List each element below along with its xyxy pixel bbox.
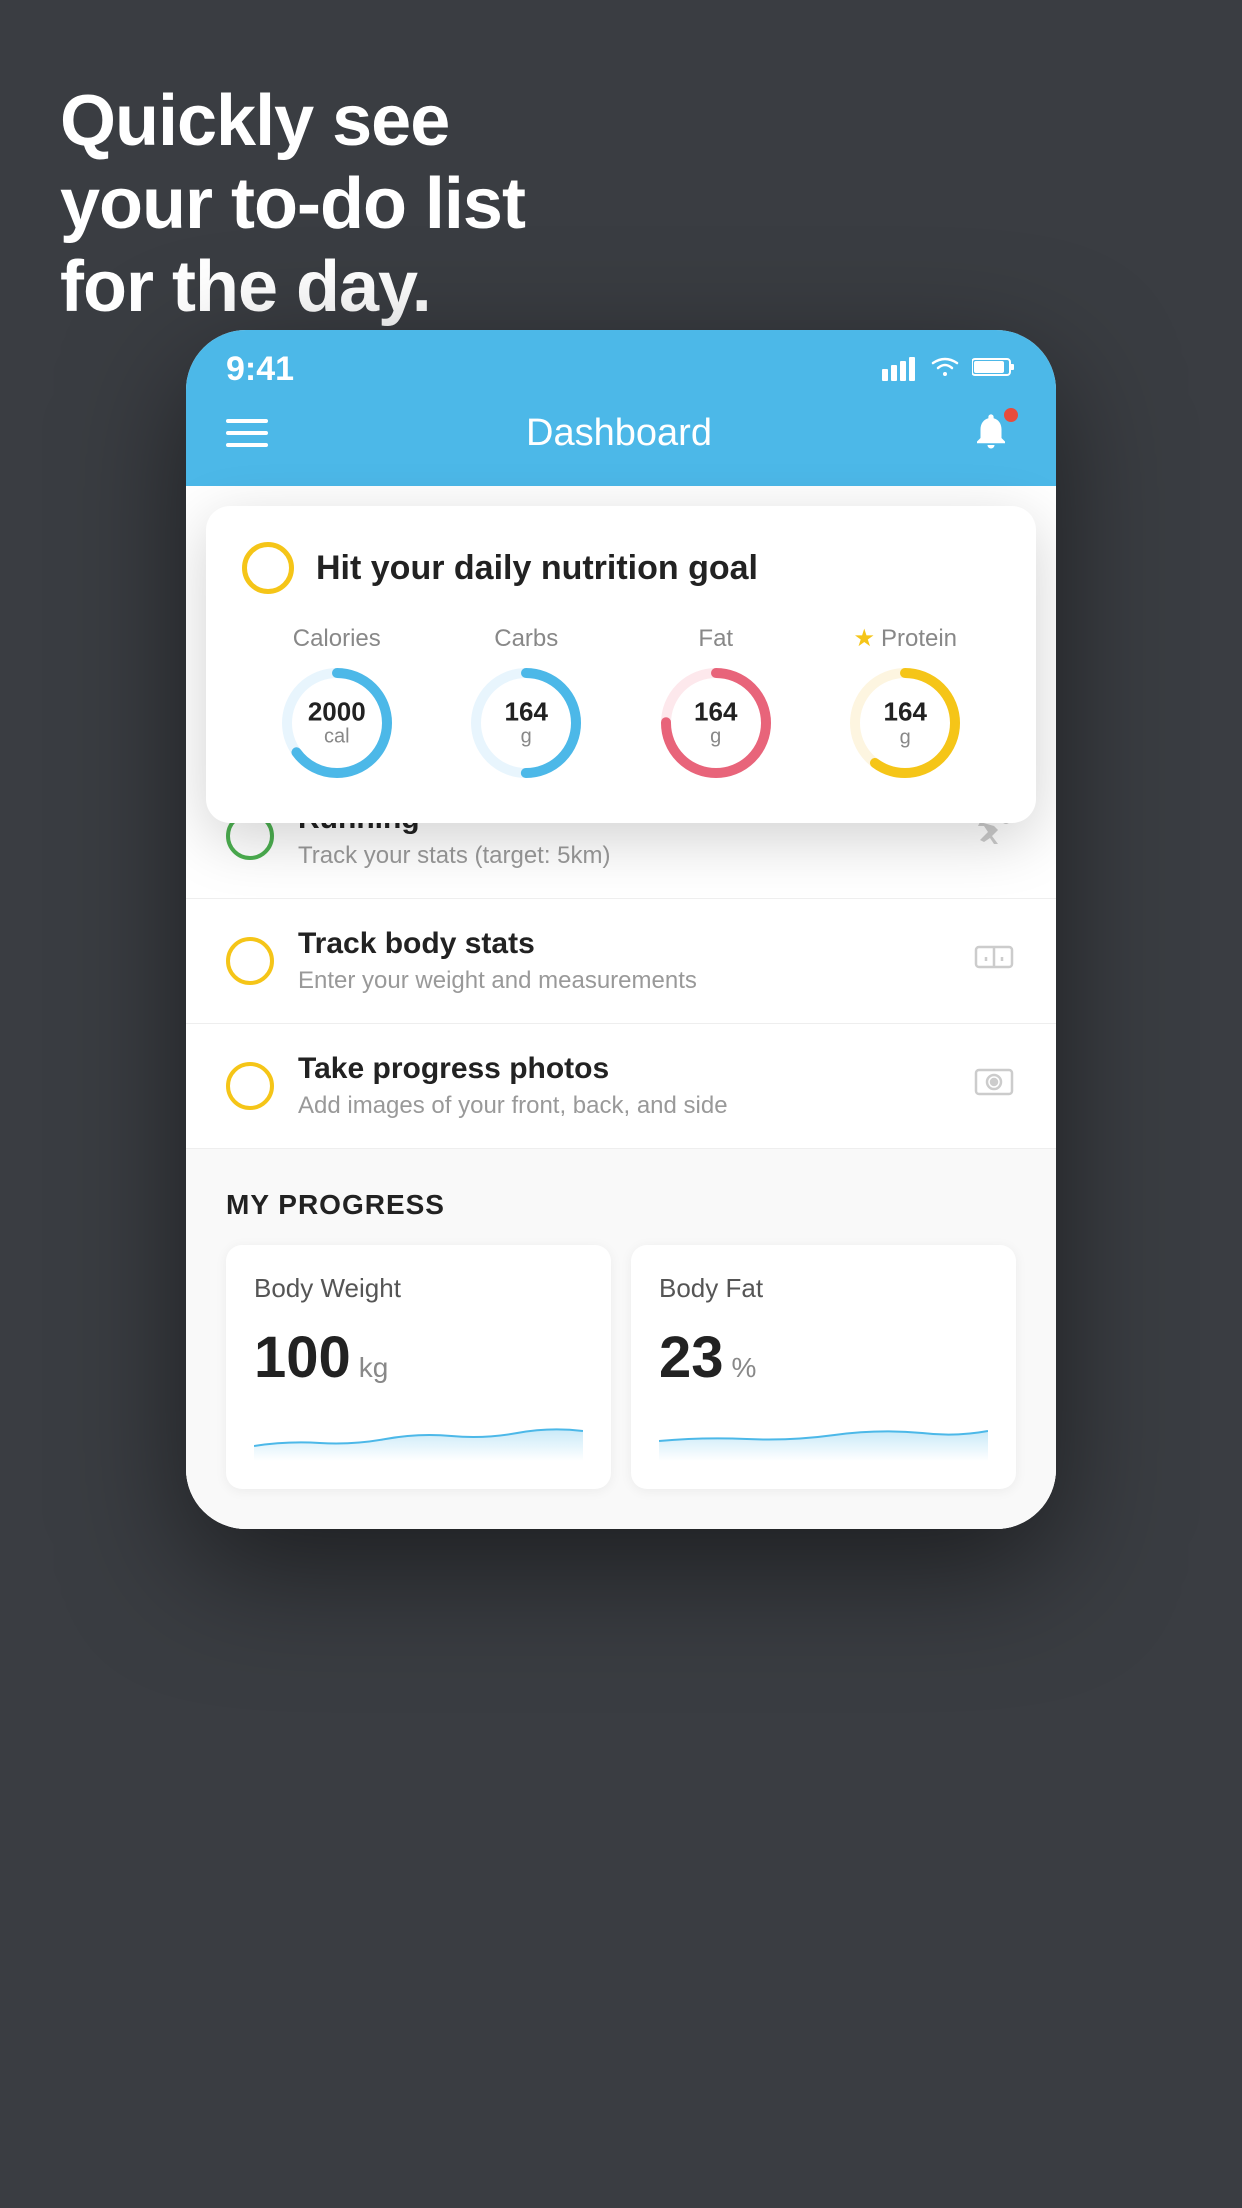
todo-list: Running Track your stats (target: 5km) T… (186, 774, 1056, 1149)
notification-button[interactable] (970, 410, 1016, 456)
stat-calories: Calories 2000 cal (277, 625, 397, 783)
battery-icon (972, 355, 1016, 384)
carbs-value: 164 (505, 697, 548, 726)
body-stats-check-circle (226, 937, 274, 985)
progress-section: MY PROGRESS Body Weight 100 kg (186, 1149, 1056, 1529)
protein-label: ★ Protein (853, 624, 957, 653)
phone-mockup: 9:41 (186, 330, 1056, 1529)
nutrition-card-header: Hit your daily nutrition goal (242, 542, 1000, 594)
calories-label: Calories (293, 625, 381, 653)
protein-value: 164 (884, 698, 927, 727)
calories-unit: cal (308, 726, 366, 748)
progress-photos-content: Take progress photos Add images of your … (298, 1052, 948, 1120)
body-fat-card: Body Fat 23 % (631, 1245, 1016, 1489)
body-fat-label: Body Fat (659, 1273, 988, 1304)
hero-title: Quickly see your to-do list for the day. (60, 80, 525, 328)
nutrition-check-circle (242, 542, 294, 594)
body-fat-value: 23 (659, 1324, 724, 1391)
header-title: Dashboard (526, 412, 712, 455)
todo-body-stats[interactable]: Track body stats Enter your weight and m… (186, 899, 1056, 1024)
progress-cards: Body Weight 100 kg (226, 1245, 1016, 1489)
body-weight-label: Body Weight (254, 1273, 583, 1304)
stat-carbs: Carbs 164 g (466, 625, 586, 783)
star-icon: ★ (853, 624, 875, 653)
fat-ring: 164 g (656, 663, 776, 783)
nutrition-stats: Calories 2000 cal Carbs (242, 624, 1000, 783)
body-stats-content: Track body stats Enter your weight and m… (298, 927, 948, 995)
progress-section-title: MY PROGRESS (226, 1189, 1016, 1221)
carbs-ring: 164 g (466, 663, 586, 783)
fat-value: 164 (694, 697, 737, 726)
todo-progress-photos[interactable]: Take progress photos Add images of your … (186, 1024, 1056, 1149)
carbs-unit: g (505, 726, 548, 748)
body-fat-unit: % (732, 1352, 757, 1384)
notification-dot (1002, 406, 1020, 424)
fat-label: Fat (698, 625, 733, 653)
status-bar: 9:41 (186, 330, 1056, 400)
app-header: Dashboard (186, 400, 1056, 486)
app-body: THINGS TO DO TODAY Hit your daily nutrit… (186, 486, 1056, 1529)
status-icons (882, 353, 1016, 385)
nutrition-card: Hit your daily nutrition goal Calories 2… (206, 506, 1036, 823)
body-weight-unit: kg (359, 1352, 389, 1384)
progress-photos-subtitle: Add images of your front, back, and side (298, 1092, 948, 1120)
body-weight-sparkline (254, 1411, 583, 1461)
body-fat-sparkline (659, 1411, 988, 1461)
nutrition-card-title: Hit your daily nutrition goal (316, 549, 758, 588)
progress-photos-check-circle (226, 1062, 274, 1110)
calories-ring: 2000 cal (277, 663, 397, 783)
stat-protein: ★ Protein 164 g (845, 624, 965, 783)
protein-unit: g (884, 726, 927, 748)
calories-value: 2000 (308, 697, 366, 726)
body-stats-title: Track body stats (298, 927, 948, 961)
stat-fat: Fat 164 g (656, 625, 776, 783)
body-weight-value: 100 (254, 1324, 351, 1391)
hamburger-menu[interactable] (226, 419, 268, 447)
progress-photos-title: Take progress photos (298, 1052, 948, 1086)
body-stats-icon (972, 939, 1016, 984)
wifi-icon (928, 353, 962, 385)
fat-unit: g (694, 726, 737, 748)
body-weight-card: Body Weight 100 kg (226, 1245, 611, 1489)
status-time: 9:41 (226, 350, 294, 389)
protein-ring: 164 g (845, 663, 965, 783)
running-subtitle: Track your stats (target: 5km) (298, 842, 948, 870)
carbs-label: Carbs (494, 625, 558, 653)
signal-icon (882, 357, 918, 381)
body-stats-subtitle: Enter your weight and measurements (298, 967, 948, 995)
progress-photos-icon (972, 1064, 1016, 1109)
